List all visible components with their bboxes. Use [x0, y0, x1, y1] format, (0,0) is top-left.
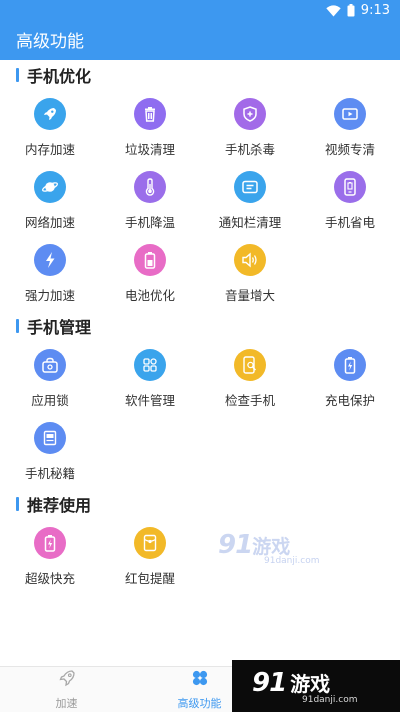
tile-label: 内存加速: [24, 142, 75, 157]
tile-junk-clean[interactable]: 垃圾清理: [100, 90, 200, 163]
tile-label: 手机秘籍: [24, 466, 75, 481]
tile-video-clean[interactable]: 视频专清: [300, 90, 400, 163]
section-optimize: 手机优化 内存加速 垃圾清理 手机杀毒 视频专清 网络加速 手机降温 通知栏清理…: [0, 60, 400, 309]
lock-icon: [34, 349, 66, 381]
section-title: 手机优化: [27, 67, 92, 86]
tile-label: 超级快充: [24, 571, 75, 586]
thermometer-icon: [134, 171, 166, 203]
nav-label: 高级功能: [177, 697, 222, 710]
status-time: 9:13: [360, 3, 390, 18]
tile-charge-protect[interactable]: 充电保护: [300, 341, 400, 414]
phone-battery-icon: [334, 171, 366, 203]
section-title: 手机管理: [27, 318, 92, 337]
nav-label: 加速: [55, 697, 78, 710]
watermark-corner-name: 游戏: [290, 671, 331, 696]
tile-volume-up[interactable]: 音量增大: [200, 236, 300, 309]
nav-tab-boost[interactable]: 加速: [0, 667, 133, 712]
tile-label: 强力加速: [24, 288, 75, 303]
app-bar: 高级功能: [0, 24, 400, 60]
tile-label: 通知栏清理: [218, 215, 282, 230]
status-bar: 9:13: [0, 0, 400, 24]
tile-label: 应用锁: [31, 393, 69, 408]
red-packet-icon: [134, 527, 166, 559]
battery-status-icon: [347, 4, 355, 17]
tile-cool-down[interactable]: 手机降温: [100, 163, 200, 236]
feature-grid: 应用锁 软件管理 检查手机 充电保护 手机秘籍: [0, 341, 400, 487]
watermark-corner-number: 91: [252, 667, 287, 698]
tile-label: 垃圾清理: [124, 142, 175, 157]
tile-label: 手机降温: [124, 215, 175, 230]
clover-icon: [190, 668, 210, 692]
rocket-outline-icon: [57, 668, 77, 692]
tile-battery-optimize[interactable]: 电池优化: [100, 236, 200, 309]
feature-grid: 超级快充 红包提醒: [0, 519, 400, 592]
book-icon: [34, 422, 66, 454]
tile-label: 手机杀毒: [224, 142, 275, 157]
tile-power-save[interactable]: 手机省电: [300, 163, 400, 236]
section-header: 手机管理: [0, 311, 400, 341]
tile-software-manage[interactable]: 软件管理: [100, 341, 200, 414]
tile-network-boost[interactable]: 网络加速: [0, 163, 100, 236]
video-icon: [334, 98, 366, 130]
tile-label: 网络加速: [24, 215, 75, 230]
section-manage: 手机管理 应用锁 软件管理 检查手机 充电保护 手机秘籍: [0, 311, 400, 487]
section-header: 手机优化: [0, 60, 400, 90]
trash-icon: [134, 98, 166, 130]
section-recommend: 推荐使用 超级快充 红包提醒: [0, 489, 400, 592]
section-accent-bar: [16, 497, 19, 511]
shield-icon: [234, 98, 266, 130]
section-accent-bar: [16, 68, 19, 82]
tile-label: 软件管理: [124, 393, 175, 408]
section-accent-bar: [16, 319, 19, 333]
tile-label: 电池优化: [124, 288, 175, 303]
section-header: 推荐使用: [0, 489, 400, 519]
apps-grid-icon: [134, 349, 166, 381]
wifi-icon: [326, 4, 341, 17]
tile-phone-tips[interactable]: 手机秘籍: [0, 414, 100, 487]
planet-icon: [34, 171, 66, 203]
tile-label: 检查手机: [224, 393, 275, 408]
tile-label: 红包提醒: [124, 571, 175, 586]
fast-charge-icon: [34, 527, 66, 559]
page-title: 高级功能: [16, 32, 84, 52]
tile-super-charge[interactable]: 超级快充: [0, 519, 100, 592]
tile-label: 音量增大: [224, 288, 275, 303]
section-title: 推荐使用: [27, 496, 92, 515]
status-right: 9:13: [326, 3, 390, 18]
tile-memory-boost[interactable]: 内存加速: [0, 90, 100, 163]
content-scroll[interactable]: 手机优化 内存加速 垃圾清理 手机杀毒 视频专清 网络加速 手机降温 通知栏清理…: [0, 60, 400, 666]
tile-app-lock[interactable]: 应用锁: [0, 341, 100, 414]
tile-power-boost[interactable]: 强力加速: [0, 236, 100, 309]
tile-label: 手机省电: [324, 215, 375, 230]
lightning-icon: [34, 244, 66, 276]
tile-red-packet[interactable]: 红包提醒: [100, 519, 200, 592]
feature-grid: 内存加速 垃圾清理 手机杀毒 视频专清 网络加速 手机降温 通知栏清理 手机省电…: [0, 90, 400, 309]
phone-search-icon: [234, 349, 266, 381]
rocket-icon: [34, 98, 66, 130]
notification-icon: [234, 171, 266, 203]
charging-icon: [334, 349, 366, 381]
watermark-corner-url: 91danji.com: [302, 694, 358, 705]
tile-label: 视频专清: [324, 142, 375, 157]
tile-notification-clean[interactable]: 通知栏清理: [200, 163, 300, 236]
battery-icon: [134, 244, 166, 276]
watermark-corner: 91 游戏 91danji.com: [232, 660, 400, 712]
speaker-icon: [234, 244, 266, 276]
tile-label: 充电保护: [324, 393, 375, 408]
tile-antivirus[interactable]: 手机杀毒: [200, 90, 300, 163]
tile-check-phone[interactable]: 检查手机: [200, 341, 300, 414]
